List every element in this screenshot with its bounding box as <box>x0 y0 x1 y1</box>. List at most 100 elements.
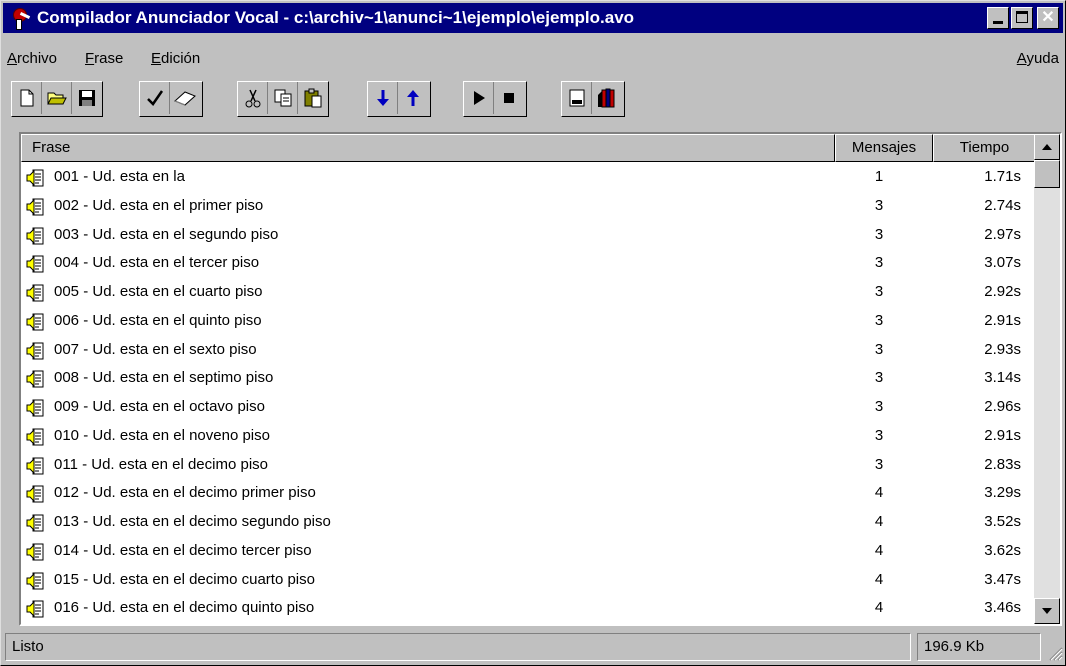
speaker-document-icon <box>26 169 44 187</box>
minimize-button[interactable] <box>987 7 1009 29</box>
list-item[interactable]: 012 - Ud. esta en el decimo primer piso 4… <box>21 480 1034 508</box>
list-item[interactable]: 008 - Ud. esta en el septimo piso 3 3.14s <box>21 365 1034 393</box>
list-item[interactable]: 011 - Ud. esta en el decimo piso 3 2.83s <box>21 452 1034 480</box>
row-tiempo: 1.71s <box>984 168 1021 185</box>
maximize-button[interactable] <box>1011 7 1033 29</box>
main-window: Compilador Anunciador Vocal - c:\archiv~… <box>0 0 1066 666</box>
row-tiempo: 3.14s <box>984 369 1021 387</box>
move-up-icon <box>407 90 419 106</box>
stop-icon <box>504 93 514 103</box>
list-item[interactable]: 005 - Ud. esta en el cuarto piso 3 2.92s <box>21 279 1034 307</box>
speaker-document-icon <box>26 600 44 618</box>
app-icon[interactable] <box>9 7 31 30</box>
speaker-document-icon <box>26 370 44 388</box>
scroll-down-button[interactable] <box>1034 598 1060 624</box>
play-icon <box>473 91 485 105</box>
speaker-document-icon <box>26 284 44 302</box>
row-tiempo: 2.97s <box>984 225 1021 243</box>
list-item[interactable]: 009 - Ud. esta en el octavo piso 3 2.96s <box>21 394 1034 422</box>
eraser-icon <box>174 91 196 106</box>
row-tiempo: 2.83s <box>984 455 1021 473</box>
menu-frase[interactable]: Frase <box>85 50 123 67</box>
row-frase: 001 - Ud. esta en la <box>54 168 185 185</box>
row-frase: 010 - Ud. esta en el noveno piso <box>54 426 270 444</box>
window-button[interactable] <box>562 82 592 114</box>
status-size: 196.9 Kb <box>917 633 1041 661</box>
row-mensajes: 3 <box>874 426 884 444</box>
speaker-document-icon <box>26 572 44 589</box>
paste-icon <box>304 88 322 108</box>
cut-scissors-icon <box>245 89 260 108</box>
list-item[interactable]: 001 - Ud. esta en la 1 1.71s <box>21 164 1034 192</box>
list-item[interactable]: 014 - Ud. esta en el decimo tercer piso 4… <box>21 538 1034 566</box>
toolbar-group-playback <box>463 81 527 117</box>
title-bar[interactable]: Compilador Anunciador Vocal - c:\archiv~… <box>3 3 1063 33</box>
copy-button[interactable] <box>268 82 298 114</box>
paste-button[interactable] <box>298 82 328 114</box>
new-button[interactable] <box>12 82 42 114</box>
row-mensajes: 3 <box>874 283 884 300</box>
stop-button[interactable] <box>494 82 524 114</box>
row-frase: 014 - Ud. esta en el decimo tercer piso <box>54 541 312 559</box>
list-item[interactable]: 007 - Ud. esta en el sexto piso 3 2.93s <box>21 337 1034 365</box>
speaker-document-icon <box>26 485 44 503</box>
row-mensajes: 3 <box>874 196 884 214</box>
row-mensajes: 4 <box>874 484 884 502</box>
move-up-button[interactable] <box>398 82 428 114</box>
toolbar-group-edit <box>237 81 329 117</box>
row-mensajes: 3 <box>874 254 884 272</box>
move-down-icon <box>376 90 389 106</box>
row-mensajes: 3 <box>874 369 884 387</box>
row-tiempo: 2.93s <box>984 340 1021 358</box>
list-item[interactable]: 016 - Ud. esta en el decimo quinto piso 4… <box>21 595 1034 623</box>
row-tiempo: 3.47s <box>984 570 1021 588</box>
menu-ayuda[interactable]: Ayuda <box>1017 50 1059 67</box>
row-tiempo: 2.91s <box>984 426 1021 444</box>
scroll-up-button[interactable] <box>1034 134 1060 160</box>
column-header-mensajes[interactable]: Mensajes <box>835 134 933 162</box>
cut-button[interactable] <box>238 82 268 114</box>
scroll-up-arrow-icon <box>1042 144 1052 150</box>
row-mensajes: 4 <box>874 513 884 530</box>
speaker-document-icon <box>26 543 44 561</box>
column-header-tiempo[interactable]: Tiempo <box>933 134 1034 162</box>
window-icon <box>569 89 584 107</box>
row-frase: 006 - Ud. esta en el quinto piso <box>54 311 262 329</box>
list-item[interactable]: 013 - Ud. esta en el decimo segundo piso… <box>21 509 1034 537</box>
row-frase: 015 - Ud. esta en el decimo cuarto piso <box>54 570 315 588</box>
check-button[interactable] <box>140 82 170 114</box>
menu-edicion[interactable]: Edición <box>151 50 200 67</box>
list-item[interactable]: 006 - Ud. esta en el quinto piso 3 2.91s <box>21 308 1034 336</box>
row-tiempo: 3.46s <box>984 599 1021 617</box>
books-button[interactable] <box>592 82 622 114</box>
erase-button[interactable] <box>170 82 200 114</box>
list-item[interactable]: 004 - Ud. esta en el tercer piso 3 3.07s <box>21 250 1034 278</box>
speaker-document-icon <box>26 342 44 359</box>
new-file-icon <box>20 89 33 107</box>
open-button[interactable] <box>42 82 72 114</box>
close-button[interactable]: ✕ <box>1037 7 1059 29</box>
vertical-scrollbar[interactable] <box>1034 134 1060 624</box>
list-item[interactable]: 003 - Ud. esta en el segundo piso 3 2.97s <box>21 222 1034 250</box>
row-mensajes: 3 <box>874 455 884 473</box>
list-item[interactable]: 002 - Ud. esta en el primer piso 3 2.74s <box>21 193 1034 221</box>
list-item[interactable]: 015 - Ud. esta en el decimo cuarto piso 4… <box>21 567 1034 595</box>
toolbar-group-file <box>11 81 103 117</box>
row-mensajes: 3 <box>874 225 884 243</box>
save-button[interactable] <box>72 82 102 114</box>
status-bar: Listo 196.9 Kb <box>3 633 1065 665</box>
move-down-button[interactable] <box>368 82 398 114</box>
column-header-frase[interactable]: Frase <box>21 134 835 162</box>
scroll-thumb[interactable] <box>1034 160 1060 188</box>
row-frase: 002 - Ud. esta en el primer piso <box>54 196 264 214</box>
resize-grip-icon[interactable] <box>1047 645 1063 661</box>
phrase-list[interactable]: Frase Mensajes Tiempo 001 - Ud. esta en … <box>19 132 1062 626</box>
row-frase: 005 - Ud. esta en el cuarto piso <box>54 283 263 300</box>
row-frase: 012 - Ud. esta en el decimo primer piso <box>54 484 316 502</box>
phrase-list-body: Frase Mensajes Tiempo 001 - Ud. esta en … <box>21 134 1034 624</box>
list-item[interactable]: 010 - Ud. esta en el noveno piso 3 2.91s <box>21 423 1034 451</box>
menu-archivo[interactable]: Archivo <box>7 50 57 67</box>
play-button[interactable] <box>464 82 494 114</box>
speaker-document-icon <box>26 514 44 532</box>
row-tiempo: 3.07s <box>984 254 1021 272</box>
